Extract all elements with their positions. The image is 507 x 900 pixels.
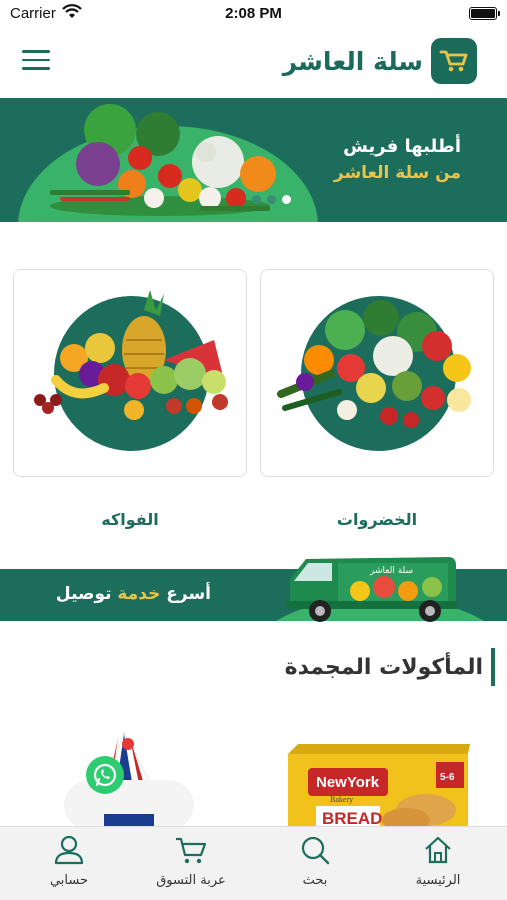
delivery-word3: توصيل: [55, 584, 112, 604]
brand: سلة العاشر: [283, 38, 477, 84]
product-badge: 5-6: [440, 772, 455, 783]
nav-account[interactable]: حسابي: [19, 835, 119, 888]
delivery-van-image: سلة العاشر: [286, 557, 458, 622]
section-title-text: المأكولات المجمدة: [284, 654, 483, 680]
bread-box-image: NewYork Bakery BREAD 5-6: [288, 744, 470, 830]
delivery-word2: خدمة: [117, 584, 161, 604]
nav-account-label: حسابي: [49, 873, 89, 888]
category-vegetables[interactable]: [260, 269, 494, 477]
carousel-dot[interactable]: [252, 195, 261, 204]
nav-cart-label: عربة التسوق: [156, 873, 226, 888]
nav-home[interactable]: الرئيسية: [388, 835, 488, 888]
search-icon: [301, 836, 330, 865]
delivery-word1: أسرع: [166, 584, 211, 604]
nav-search-label: بحث: [302, 873, 328, 888]
carousel-dot[interactable]: [267, 195, 276, 204]
hero-text: أطلبها فريش من سلة العاشر: [334, 136, 461, 183]
section-title: المأكولات المجمدة: [285, 648, 495, 686]
product-card-chicken[interactable]: [54, 720, 204, 830]
basket-icon: [431, 38, 477, 84]
product-brand: NewYork: [316, 774, 380, 791]
carousel-dots: [252, 195, 291, 204]
delivery-text: أسرع خدمة توصيل: [56, 584, 211, 604]
van-brand-text: سلة العاشر: [369, 566, 413, 576]
carousel-dot-active[interactable]: [282, 195, 291, 204]
battery-icon: [469, 7, 500, 20]
product-card-bread[interactable]: NewYork Bakery BREAD 5-6: [286, 720, 470, 830]
status-bar: Carrier 2:08 PM: [0, 0, 507, 28]
fruits-image: [34, 290, 228, 420]
user-icon: [54, 835, 84, 865]
home-icon: [425, 836, 451, 864]
bottom-nav: الرئيسية بحث عربة التسوق حسابي: [0, 826, 507, 900]
cart-icon: [176, 837, 207, 864]
nav-home-label: الرئيسية: [415, 873, 461, 888]
vegetables-category-image: [277, 300, 471, 428]
nav-search[interactable]: بحث: [265, 835, 365, 888]
brand-name: سلة العاشر: [282, 46, 423, 76]
clock: 2:08 PM: [225, 5, 282, 22]
frozen-chicken-image: [64, 730, 194, 830]
category-label-fruits[interactable]: الفواكه: [13, 510, 247, 529]
section-accent-bar: [491, 648, 495, 686]
hero-line1: أطلبها فريش: [343, 136, 461, 157]
nav-cart[interactable]: عربة التسوق: [141, 835, 241, 888]
category-fruits[interactable]: [13, 269, 247, 477]
hero-line2: من سلة العاشر: [333, 163, 461, 183]
whatsapp-icon[interactable]: [86, 756, 124, 794]
hamburger-icon[interactable]: [22, 50, 50, 74]
category-label-vegetables[interactable]: الخضروات: [260, 510, 494, 529]
product-sub: Bakery: [330, 795, 353, 804]
app-header: سلة العاشر: [0, 28, 507, 98]
